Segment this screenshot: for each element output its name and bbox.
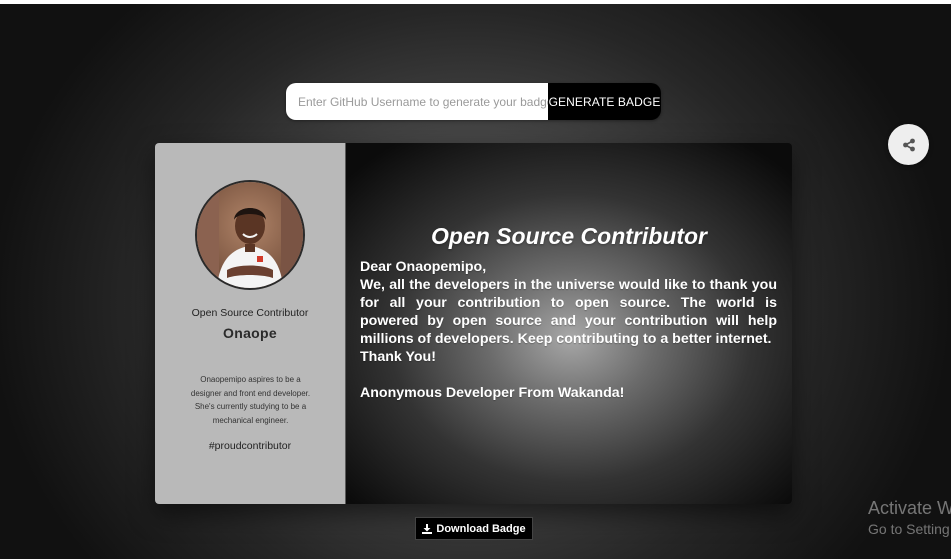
profile-bio: Onaopemipo aspires to be a designer and … (190, 375, 311, 425)
page-background: GENERATE BADGE (0, 4, 951, 559)
generate-badge-button[interactable]: GENERATE BADGE (548, 83, 661, 120)
letter-signature: Anonymous Developer From Wakanda! (360, 385, 625, 401)
share-icon (902, 138, 915, 151)
profile-name: Onaope (223, 325, 277, 341)
letter-greeting: Dear Onaopemipo, (360, 259, 487, 275)
username-search-bar: GENERATE BADGE (286, 83, 661, 120)
badge-title: Open Source Contributor (431, 223, 707, 249)
download-badge-button[interactable]: Download Badge (415, 517, 533, 540)
activation-watermark: Activate W Go to Setting (868, 497, 951, 539)
appreciation-letter: Dear Onaopemipo, We, all the developers … (360, 258, 777, 402)
letter-body: We, all the developers in the universe w… (360, 277, 777, 347)
download-icon (422, 523, 433, 534)
avatar (195, 180, 305, 290)
contributor-badge-card: Open Source Contributor Onaope Onaopemip… (155, 143, 792, 504)
letter-thanks: Thank You! (360, 349, 436, 365)
github-username-input[interactable] (286, 83, 548, 120)
watermark-subtitle: Go to Setting (868, 521, 950, 537)
profile-role: Open Source Contributor (191, 307, 309, 319)
share-button[interactable] (888, 124, 929, 165)
watermark-title: Activate W (868, 498, 951, 518)
letter-panel: Open Source Contributor Dear Onaopemipo,… (346, 143, 792, 504)
download-badge-label: Download Badge (436, 522, 526, 535)
profile-hashtag: #proudcontributor (208, 440, 292, 452)
profile-panel: Open Source Contributor Onaope Onaopemip… (155, 143, 346, 504)
